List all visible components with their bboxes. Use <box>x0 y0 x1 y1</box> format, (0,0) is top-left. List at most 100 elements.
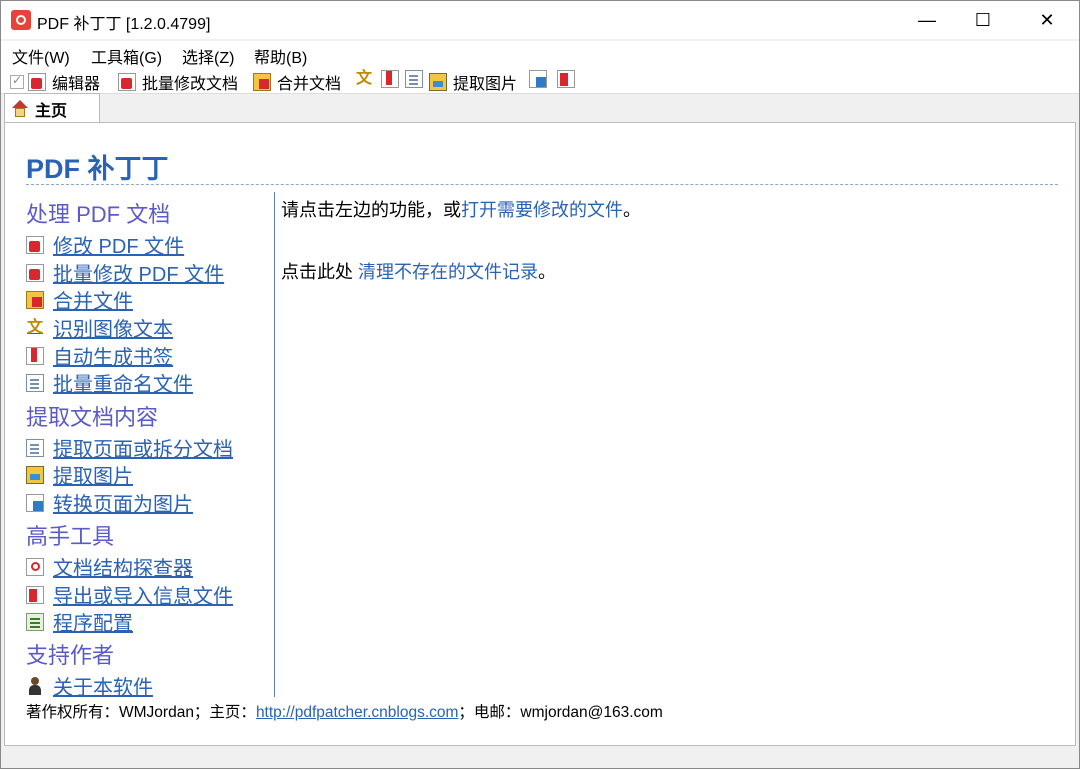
toolbar-bookmark-button[interactable] <box>381 70 399 88</box>
message-open-prefix: 请点击左边的功能，或 <box>281 200 461 220</box>
footer-suffix: ；电邮：wmjordan@163.com <box>458 704 663 721</box>
title-divider <box>26 184 1058 185</box>
link-batch-rename[interactable]: 批量重命名文件 <box>26 368 193 397</box>
link-ocr[interactable]: 文 识别图像文本 <box>26 313 173 342</box>
pdf-batch-icon <box>26 263 44 282</box>
link-structure-explorer[interactable]: 文档结构探查器 <box>26 552 193 581</box>
home-icon <box>11 99 29 118</box>
toolbar-merge-button[interactable]: 合并文档 <box>253 70 341 94</box>
toolbar-batch-label: 批量修改文档 <box>142 76 239 93</box>
page-title: PDF 补丁丁 <box>26 154 169 184</box>
section-heading-process-pdf: 处理 PDF 文档 <box>26 202 171 227</box>
checklist-icon <box>10 73 24 89</box>
app-window: PDF 补丁丁 [1.2.0.4799] — ☐ ✕ 文件(W) 工具箱(G) … <box>0 0 1080 769</box>
convert-pages-icon <box>529 70 547 88</box>
extract-images-icon <box>429 73 447 91</box>
structure-explorer-icon <box>26 557 44 576</box>
export-import-icon <box>557 70 575 88</box>
link-extract-images[interactable]: 提取图片 <box>26 460 133 489</box>
menu-file[interactable]: 文件(W) <box>12 44 70 68</box>
link-label: 导出或导入信息文件 <box>53 586 233 608</box>
window-title: PDF 补丁丁 [1.2.0.4799] <box>37 16 211 33</box>
message-clean-suffix: 。 <box>538 262 557 282</box>
toolbar: 编辑器 批量修改文档 合并文档 文 提取图片 <box>1 67 1079 94</box>
message-clean-records: 点击此处 清理不存在的文件记录。 <box>281 258 556 284</box>
ocr-icon: 文 <box>26 318 43 336</box>
tab-bar: 主页 <box>1 93 1079 123</box>
open-file-link[interactable]: 打开需要修改的文件 <box>461 200 623 220</box>
toolbar-extract-images-label: 提取图片 <box>453 76 518 93</box>
link-label: 自动生成书签 <box>53 347 173 369</box>
link-modify-pdf[interactable]: 修改 PDF 文件 <box>26 230 184 259</box>
link-label: 提取页面或拆分文档 <box>53 439 233 461</box>
settings-icon <box>26 612 44 631</box>
link-convert-pages[interactable]: 转换页面为图片 <box>26 488 193 517</box>
close-button[interactable]: ✕ <box>1017 1 1077 39</box>
link-label: 合并文件 <box>53 291 133 313</box>
merge-icon <box>253 73 271 91</box>
tab-home[interactable]: 主页 <box>4 93 100 123</box>
clean-records-link[interactable]: 清理不存在的文件记录 <box>358 262 538 282</box>
title-bar[interactable]: PDF 补丁丁 [1.2.0.4799] — ☐ ✕ <box>1 1 1079 39</box>
bookmark-icon <box>381 70 399 88</box>
toolbar-export-button[interactable] <box>557 70 575 88</box>
link-label: 程序配置 <box>53 613 133 635</box>
message-clean-prefix: 点击此处 <box>281 262 359 282</box>
menu-help[interactable]: 帮助(B) <box>254 44 307 68</box>
section-heading-extract: 提取文档内容 <box>26 405 159 430</box>
toolbar-batch-button[interactable]: 批量修改文档 <box>118 70 238 94</box>
bookmark-icon <box>26 346 44 365</box>
pdf-batch-icon <box>118 73 136 91</box>
link-merge-files[interactable]: 合并文件 <box>26 285 133 314</box>
link-label: 提取图片 <box>53 466 133 488</box>
ocr-icon: 文 <box>355 70 372 87</box>
section-heading-support: 支持作者 <box>26 643 115 668</box>
link-label: 关于本软件 <box>53 677 153 699</box>
pdf-edit-icon <box>26 235 44 254</box>
link-program-config[interactable]: 程序配置 <box>26 607 133 636</box>
link-batch-modify-pdf[interactable]: 批量修改 PDF 文件 <box>26 258 224 287</box>
toolbar-merge-label: 合并文档 <box>277 76 342 93</box>
extract-images-icon <box>26 465 44 484</box>
toolbar-convert-button[interactable] <box>529 70 547 88</box>
extract-pages-icon <box>26 438 44 457</box>
home-content-frame: PDF 补丁丁 处理 PDF 文档 修改 PDF 文件 批量修改 PDF 文件 … <box>4 122 1076 746</box>
link-label: 批量修改 PDF 文件 <box>53 264 225 286</box>
sidebar-divider <box>274 192 275 697</box>
homepage-link[interactable]: http://pdfpatcher.cnblogs.com <box>256 704 458 721</box>
toolbar-extract-images-button[interactable]: 提取图片 <box>429 70 517 94</box>
minimize-button[interactable]: — <box>897 1 957 39</box>
copyright-footer: 著作权所有：WMJordan；主页：http://pdfpatcher.cnbl… <box>26 700 663 722</box>
message-open-suffix: 。 <box>623 200 641 220</box>
link-about[interactable]: 关于本软件 <box>26 671 153 700</box>
convert-pages-icon <box>26 493 44 512</box>
link-extract-pages[interactable]: 提取页面或拆分文档 <box>26 433 233 462</box>
message-open-file: 请点击左边的功能，或打开需要修改的文件。 <box>281 196 641 222</box>
rename-icon <box>26 373 44 392</box>
extract-pages-icon <box>405 70 423 88</box>
toolbar-editor-button[interactable]: 编辑器 <box>10 70 100 94</box>
link-label: 修改 PDF 文件 <box>53 236 185 258</box>
maximize-button[interactable]: ☐ <box>953 1 1013 39</box>
link-export-import-info[interactable]: 导出或导入信息文件 <box>26 580 233 609</box>
link-label: 文档结构探查器 <box>53 558 193 580</box>
pdf-edit-icon <box>28 73 46 91</box>
toolbar-ocr-button[interactable]: 文 <box>355 70 373 88</box>
app-logo-icon <box>11 10 31 30</box>
toolbar-extract-pages-button[interactable] <box>405 70 423 88</box>
menu-select[interactable]: 选择(Z) <box>182 44 234 68</box>
export-import-icon <box>26 585 44 604</box>
link-auto-bookmarks[interactable]: 自动生成书签 <box>26 341 173 370</box>
link-label: 批量重命名文件 <box>53 374 193 396</box>
about-icon <box>26 676 44 695</box>
link-label: 识别图像文本 <box>53 319 173 341</box>
menu-toolbox[interactable]: 工具箱(G) <box>91 44 162 68</box>
link-label: 转换页面为图片 <box>53 494 193 516</box>
home-page: PDF 补丁丁 处理 PDF 文档 修改 PDF 文件 批量修改 PDF 文件 … <box>21 137 1061 735</box>
menu-bar: 文件(W) 工具箱(G) 选择(Z) 帮助(B) <box>1 41 1079 67</box>
merge-icon <box>26 290 44 309</box>
tab-home-label: 主页 <box>35 102 68 120</box>
toolbar-editor-label: 编辑器 <box>52 76 101 93</box>
footer-prefix: 著作权所有：WMJordan；主页： <box>26 704 256 721</box>
section-heading-advanced: 高手工具 <box>26 524 115 549</box>
